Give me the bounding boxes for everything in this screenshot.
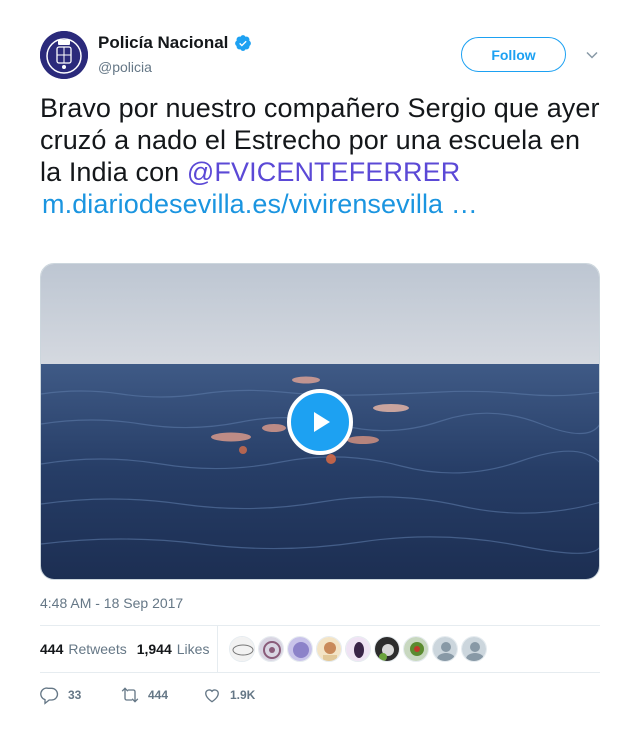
liker-avatar[interactable] <box>403 636 429 662</box>
stats-divider <box>217 626 218 672</box>
url-ellipsis: … <box>450 189 478 219</box>
heart-icon <box>205 689 219 703</box>
avatar[interactable] <box>40 31 88 79</box>
likes-label[interactable]: Likes <box>177 641 210 657</box>
retweet-button[interactable]: 444 <box>120 685 202 705</box>
verified-badge-icon <box>235 35 252 51</box>
url-link[interactable]: m.diariodesevilla.es/vivirensevilla <box>42 189 443 219</box>
author-name[interactable]: Policía Nacional <box>98 33 252 53</box>
likes-count[interactable]: 1,944 <box>137 641 172 657</box>
tweet-timestamp[interactable]: 4:48 AM - 18 Sep 2017 <box>40 595 183 611</box>
chevron-down-icon[interactable] <box>585 48 599 62</box>
like-count: 1.9K <box>230 688 256 702</box>
likers-avatars <box>229 636 487 662</box>
retweets-label[interactable]: Retweets <box>68 641 126 657</box>
reply-button[interactable]: 33 <box>40 685 120 705</box>
mention-link[interactable]: @FVICENTEFERRER <box>187 157 460 187</box>
retweet-count: 444 <box>148 688 169 702</box>
reply-count: 33 <box>68 688 82 702</box>
liker-avatar[interactable] <box>316 636 342 662</box>
retweets-count[interactable]: 444 <box>40 641 63 657</box>
play-button[interactable] <box>287 389 353 455</box>
author-handle[interactable]: @policia <box>98 59 152 75</box>
liker-avatar[interactable] <box>345 636 371 662</box>
reply-icon <box>40 687 59 705</box>
like-button[interactable]: 1.9K <box>202 685 282 705</box>
follow-button[interactable]: Follow <box>461 37 566 72</box>
liker-avatar[interactable] <box>287 636 313 662</box>
divider-bottom <box>40 672 600 673</box>
play-icon <box>314 412 330 432</box>
liker-avatar[interactable] <box>229 636 255 662</box>
retweet-icon <box>121 687 139 703</box>
police-crest-icon <box>40 31 88 79</box>
liker-avatar[interactable] <box>432 636 458 662</box>
tweet-actions: 33 444 1.9K <box>40 684 282 706</box>
liker-avatar[interactable] <box>461 636 487 662</box>
liker-avatar[interactable] <box>258 636 284 662</box>
tweet-stats: 444 Retweets 1,944 Likes <box>40 626 219 672</box>
author-name-text[interactable]: Policía Nacional <box>98 33 228 53</box>
liker-avatar[interactable] <box>374 636 400 662</box>
tweet-text: Bravo por nuestro compañero Sergio que a… <box>40 92 600 220</box>
